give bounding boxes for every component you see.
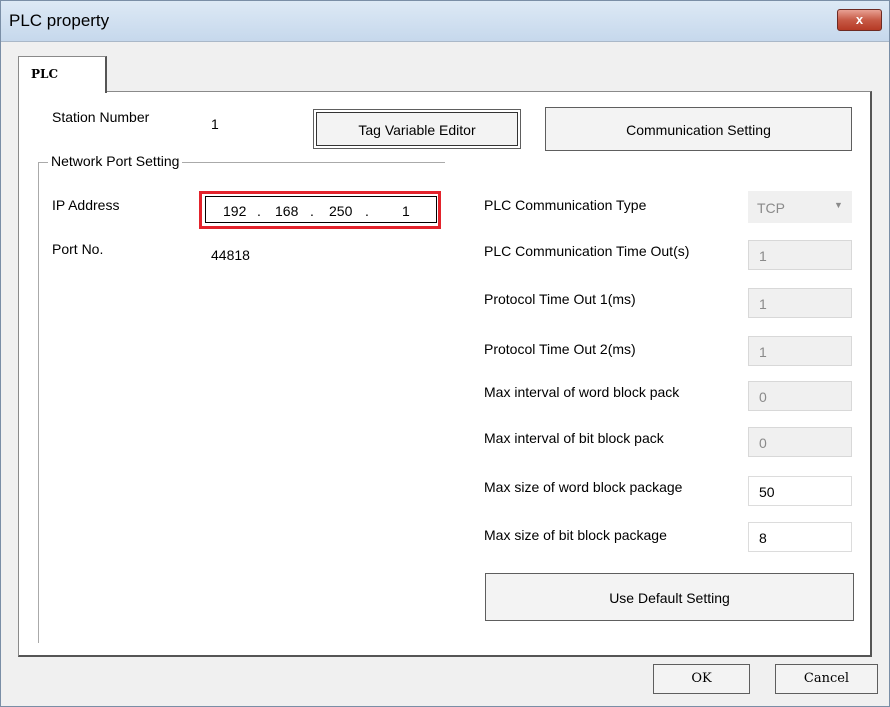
- word-interval-label: Max interval of word block pack: [484, 384, 680, 400]
- protocol-timeout-1-label: Protocol Time Out 1(ms): [484, 291, 636, 307]
- protocol-timeout-2-input[interactable]: 1: [748, 336, 852, 366]
- close-icon: x: [855, 12, 864, 27]
- ip-octet-4[interactable]: 1: [402, 203, 410, 219]
- tab-plc[interactable]: PLC: [18, 56, 107, 93]
- ip-octet-3[interactable]: 250: [329, 203, 352, 219]
- timeout-input[interactable]: 1: [748, 240, 852, 270]
- network-port-group: [38, 162, 445, 643]
- port-no-label: Port No.: [52, 241, 104, 257]
- protocol-timeout-1-input[interactable]: 1: [748, 288, 852, 318]
- comm-type-label: PLC Communication Type: [484, 197, 647, 213]
- station-number-label: Station Number: [52, 109, 150, 125]
- ok-button[interactable]: OK: [653, 664, 750, 694]
- comm-type-value: TCP: [757, 200, 785, 216]
- comm-type-select[interactable]: TCP ▼: [748, 191, 852, 223]
- word-size-input[interactable]: 50: [748, 476, 852, 506]
- use-default-setting-button[interactable]: Use Default Setting: [485, 573, 854, 621]
- word-size-label: Max size of word block package: [484, 479, 683, 495]
- window-title: PLC property: [9, 11, 110, 30]
- tag-variable-editor-button[interactable]: Tag Variable Editor: [313, 109, 521, 149]
- timeout-label: PLC Communication Time Out(s): [484, 243, 690, 259]
- ip-octet-1[interactable]: 192: [223, 203, 246, 219]
- title-bar[interactable]: PLC property x: [1, 1, 889, 42]
- communication-setting-button[interactable]: Communication Setting: [545, 107, 852, 151]
- bit-interval-input[interactable]: 0: [748, 427, 852, 457]
- close-button[interactable]: x: [837, 9, 882, 31]
- cancel-button[interactable]: Cancel: [775, 664, 878, 694]
- tab-label: PLC: [31, 67, 59, 81]
- network-port-group-label: Network Port Setting: [48, 153, 183, 169]
- port-no-input[interactable]: 44818: [201, 240, 298, 270]
- ip-dot: .: [310, 203, 314, 219]
- ip-dot: .: [257, 203, 261, 219]
- bit-size-input[interactable]: 8: [748, 522, 852, 552]
- protocol-timeout-2-label: Protocol Time Out 2(ms): [484, 341, 636, 357]
- ip-dot: .: [365, 203, 369, 219]
- ip-octet-2[interactable]: 168: [275, 203, 298, 219]
- ip-address-label: IP Address: [52, 197, 120, 213]
- bit-interval-label: Max interval of bit block pack: [484, 430, 664, 446]
- station-number-input[interactable]: 1: [201, 109, 298, 139]
- chevron-down-icon: ▼: [834, 200, 843, 210]
- bit-size-label: Max size of bit block package: [484, 527, 667, 543]
- word-interval-input[interactable]: 0: [748, 381, 852, 411]
